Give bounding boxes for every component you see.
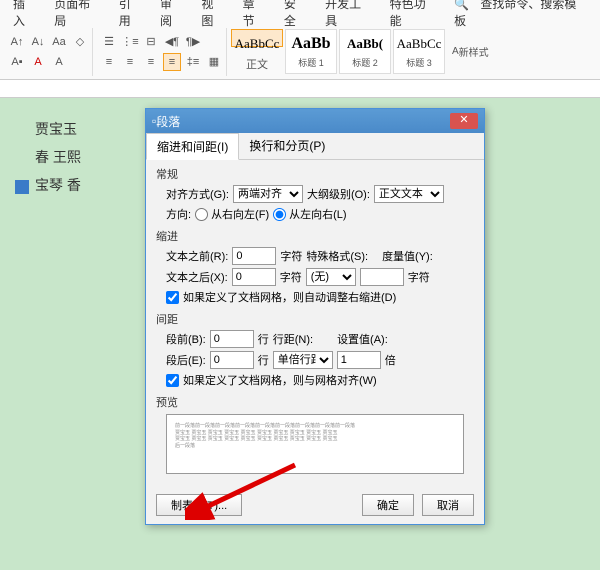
style-h1[interactable]: AaBb标题 1 — [285, 29, 337, 74]
indent-inc[interactable]: ¶▶ — [184, 33, 202, 51]
direction-label: 方向: — [166, 206, 191, 222]
outline-label: 大纲级别(O): — [307, 186, 370, 202]
auto-indent-check[interactable] — [166, 291, 179, 304]
preview-box: 前一段落前一段落前一段落前一段落前一段落前一段落前一段落前一段落前一段落贾宝玉 … — [166, 414, 464, 474]
linespace-label: 行距(N): — [273, 331, 313, 347]
ltr-radio[interactable] — [273, 208, 286, 221]
shading[interactable]: ▦ — [205, 53, 223, 71]
tab-indent-spacing[interactable]: 缩进和间距(I) — [146, 133, 239, 160]
font-case[interactable]: Aa — [50, 33, 68, 51]
font-size-down[interactable]: A↓ — [29, 33, 47, 51]
linespace-select[interactable]: 单倍行距 — [273, 351, 333, 369]
tabstop-button[interactable]: 制表位(T)... — [156, 494, 242, 516]
multilevel[interactable]: ⊟ — [142, 33, 160, 51]
rtl-radio[interactable] — [195, 208, 208, 221]
close-button[interactable]: ✕ — [450, 113, 478, 129]
align-select[interactable]: 两端对齐 — [233, 185, 303, 203]
font-color[interactable]: A — [29, 53, 47, 71]
paragraph-dialog: ▫ 段落 ✕ 缩进和间距(I) 换行和分页(P) 常规 对齐方式(G): 两端对… — [145, 108, 485, 525]
new-style[interactable]: A新样式 — [452, 43, 489, 61]
section-general: 常规 — [156, 166, 474, 182]
style-normal[interactable]: AaBbCc正文 — [231, 29, 283, 47]
ruler[interactable] — [0, 80, 600, 98]
clear-format[interactable]: ◇ — [71, 33, 89, 51]
measure-input[interactable] — [360, 268, 404, 286]
after-para-label: 段后(E): — [166, 352, 206, 368]
style-h3[interactable]: AaBbCc标题 3 — [393, 29, 445, 74]
cancel-button[interactable]: 取消 — [422, 494, 474, 516]
special-label: 特殊格式(S): — [306, 248, 368, 264]
setval-input[interactable]: 1 — [337, 351, 381, 369]
font-effect[interactable]: A — [50, 53, 68, 71]
measure-label: 度量值(Y): — [382, 248, 433, 264]
section-indent: 缩进 — [156, 228, 474, 244]
before-para-label: 段前(B): — [166, 331, 206, 347]
numbering[interactable]: ⋮≡ — [121, 33, 139, 51]
font-size-up[interactable]: A↑ — [8, 33, 26, 51]
bullets[interactable]: ☰ — [100, 33, 118, 51]
tab-line-page[interactable]: 换行和分页(P) — [239, 133, 335, 159]
align-label: 对齐方式(G): — [166, 186, 229, 202]
auto-indent-label: 如果定义了文档网格，则自动调整右缩进(D) — [183, 289, 396, 305]
section-preview: 预览 — [156, 394, 474, 410]
before-para-input[interactable]: 0 — [210, 330, 254, 348]
after-para-input[interactable]: 0 — [210, 351, 254, 369]
setval-label: 设置值(A): — [337, 331, 388, 347]
ok-button[interactable]: 确定 — [362, 494, 414, 516]
line-spacing[interactable]: ‡≡ — [184, 53, 202, 71]
align-left[interactable]: ≡ — [100, 53, 118, 71]
after-text-input[interactable]: 0 — [232, 268, 276, 286]
indent-dec[interactable]: ◀¶ — [163, 33, 181, 51]
align-right[interactable]: ≡ — [142, 53, 160, 71]
special-select[interactable]: (无) — [306, 268, 356, 286]
align-justify[interactable]: ≡ — [163, 53, 181, 71]
dialog-title: 段落 — [156, 113, 180, 130]
outline-select[interactable]: 正文文本 — [374, 185, 444, 203]
before-text-input[interactable]: 0 — [232, 247, 276, 265]
grid-align-check[interactable] — [166, 374, 179, 387]
grid-align-label: 如果定义了文档网格，则与网格对齐(W) — [183, 372, 377, 388]
after-text-label: 文本之后(X): — [166, 269, 228, 285]
align-center[interactable]: ≡ — [121, 53, 139, 71]
highlight[interactable]: A▪ — [8, 53, 26, 71]
before-text-label: 文本之前(R): — [166, 248, 228, 264]
section-spacing: 间距 — [156, 311, 474, 327]
style-h2[interactable]: AaBb(标题 2 — [339, 29, 391, 74]
